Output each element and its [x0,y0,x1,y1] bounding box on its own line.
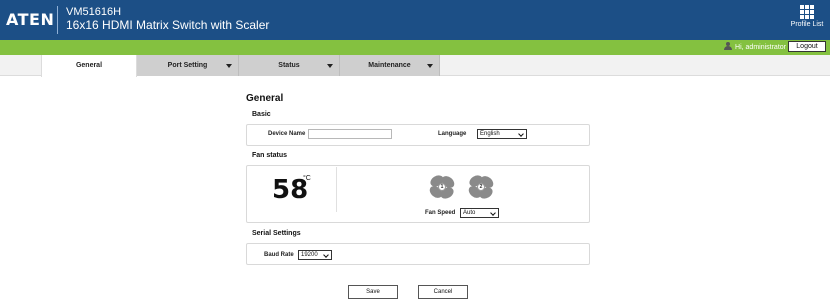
caret-down-icon [226,64,232,68]
user-greeting: Hi, administrator [724,42,786,51]
app-header: ATEN VM51616H 16x16 HDMI Matrix Switch w… [0,0,830,40]
section-title-basic: Basic [252,111,271,118]
cancel-button[interactable]: Cancel [418,285,468,299]
tab-maintenance[interactable]: Maintenance [340,55,440,76]
fan-divider [336,167,337,212]
device-name-input[interactable] [308,129,392,139]
greeting-text: Hi, administrator [735,44,786,51]
caret-down-icon [327,64,333,68]
product-name: 16x16 HDMI Matrix Switch with Scaler [66,18,270,32]
profile-list-button[interactable]: Profile List [790,4,824,28]
fan-icon: 2 [468,174,494,200]
language-value: English [480,131,500,137]
device-title: VM51616H 16x16 HDMI Matrix Switch with S… [66,6,269,32]
tab-general[interactable]: General [41,55,137,77]
chevron-down-icon [323,252,329,258]
tab-status[interactable]: Status [239,55,340,76]
page-title: General [246,93,284,104]
baud-rate-select[interactable]: 19200 [298,250,332,260]
user-bar [0,40,830,52]
language-label: Language [438,131,467,137]
fan-speed-label: Fan Speed [425,210,456,216]
tab-label: Status [278,62,300,69]
grid-icon [800,5,814,19]
language-select[interactable]: English [477,129,527,139]
tab-label: General [75,62,103,69]
section-title-serial: Serial Settings [252,230,301,237]
fan-number: 1 [438,183,446,191]
user-icon [724,42,733,50]
tab-label: Maintenance [368,62,411,69]
tab-port-setting[interactable]: Port Setting [137,55,239,76]
temperature-unit: °C [303,175,311,182]
aten-logo: ATEN [6,10,55,29]
fan-icon: 1 [429,174,455,200]
section-title-fan-status: Fan status [252,152,288,159]
chevron-down-icon [490,210,496,216]
fan-number: 2 [477,183,485,191]
device-name-label: Device Name [268,131,306,137]
baud-rate-label: Baud Rate [264,252,294,258]
tab-label: Port Setting [167,62,208,69]
chevron-down-icon [518,131,524,137]
save-button[interactable]: Save [348,285,398,299]
logout-button[interactable]: Logout [788,41,826,52]
logo-divider [57,6,58,34]
tab-bar: General Port Setting Status Maintenance [0,55,830,77]
caret-down-icon [427,64,433,68]
profile-list-label: Profile List [790,21,824,28]
fan-speed-select[interactable]: Auto [460,208,499,218]
fan-speed-value: Auto [463,210,476,216]
baud-rate-value: 19200 [301,252,318,258]
